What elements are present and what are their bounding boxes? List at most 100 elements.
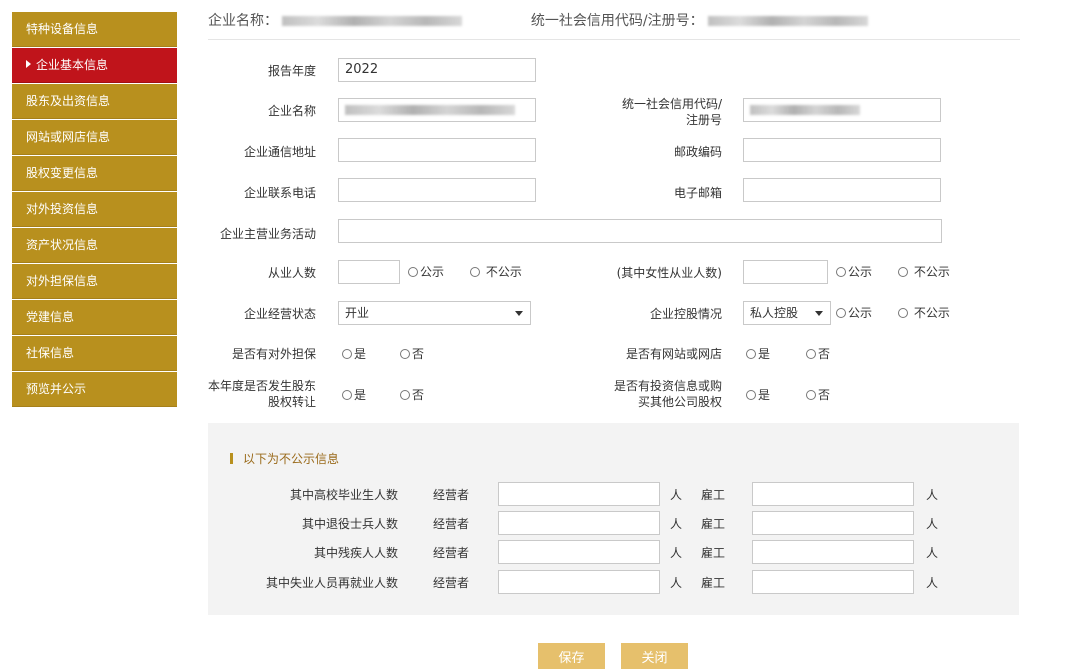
section-title-text: 以下为不公示信息: [243, 452, 340, 466]
sidebar-item-label: 党建信息: [26, 310, 75, 324]
radio-label: 不公示: [913, 306, 950, 320]
female-employees-public-radio[interactable]: 公示: [836, 264, 872, 280]
graduates-employee-input[interactable]: [752, 482, 914, 506]
employees-label: 从业人数: [267, 266, 316, 280]
radio-circle-icon: [342, 390, 352, 400]
close-button[interactable]: 关闭: [621, 643, 688, 669]
guarantee-no-radio[interactable]: 否: [400, 346, 424, 362]
holding-public-radio[interactable]: 公示: [836, 305, 872, 321]
radio-circle-icon: [746, 390, 756, 400]
sidebar-item-website[interactable]: 网站或网店信息: [12, 120, 177, 155]
sidebar-item-label: 对外担保信息: [26, 274, 99, 288]
radio-circle-icon: [898, 267, 908, 277]
website-label: 是否有网站或网店: [625, 347, 722, 361]
sidebar-item-label: 股东及出资信息: [26, 94, 111, 108]
holding-not-public-radio[interactable]: 不公示: [898, 305, 950, 321]
credit-code-input[interactable]: [743, 98, 941, 122]
equity-transfer-label-line2: 股权转让: [267, 395, 316, 409]
company-name-input[interactable]: [338, 98, 536, 122]
graduates-operator-input[interactable]: [498, 482, 660, 506]
sidebar-item-investment[interactable]: 对外投资信息: [12, 192, 177, 227]
radio-label: 否: [412, 347, 425, 361]
radio-circle-icon: [806, 349, 816, 359]
employee-label: 雇工: [701, 488, 726, 502]
employee-label: 雇工: [701, 517, 726, 531]
guarantee-yes-radio[interactable]: 是: [342, 346, 366, 362]
sidebar-item-equity-change[interactable]: 股权变更信息: [12, 156, 177, 191]
radio-circle-icon: [746, 349, 756, 359]
header-company-name-label: 企业名称：: [208, 13, 278, 29]
employees-input[interactable]: [338, 260, 400, 284]
status-select[interactable]: 开业: [338, 301, 531, 325]
radio-label: 是: [354, 347, 367, 361]
radio-circle-icon: [342, 349, 352, 359]
radio-circle-icon: [470, 267, 480, 277]
radio-label: 不公示: [485, 265, 522, 279]
radio-circle-icon: [408, 267, 418, 277]
postcode-input[interactable]: [743, 138, 941, 162]
sidebar-item-basic-info[interactable]: 企业基本信息: [12, 48, 177, 83]
reemployed-employee-input[interactable]: [752, 570, 914, 594]
veterans-label: 其中退役士兵人数: [301, 517, 398, 531]
employee-label: 雇工: [701, 576, 726, 590]
operator-label: 经营者: [433, 546, 470, 560]
disabled-employee-input[interactable]: [752, 540, 914, 564]
postcode-label: 邮政编码: [673, 145, 722, 159]
website-no-radio[interactable]: 否: [806, 346, 830, 362]
sidebar-item-guarantee[interactable]: 对外担保信息: [12, 264, 177, 299]
female-employees-not-public-radio[interactable]: 不公示: [898, 264, 950, 280]
triangle-right-icon: [26, 60, 31, 68]
company-header: 企业名称： 统一社会信用代码/注册号：: [208, 8, 1020, 40]
employees-not-public-radio[interactable]: 不公示: [470, 264, 522, 280]
veterans-employee-input[interactable]: [752, 511, 914, 535]
reemployed-operator-input[interactable]: [498, 570, 660, 594]
employees-public-radio[interactable]: 公示: [408, 264, 444, 280]
sidebar-item-social-security[interactable]: 社保信息: [12, 336, 177, 371]
unit-label: 人: [926, 546, 939, 560]
radio-label: 公示: [848, 265, 873, 279]
phone-input[interactable]: [338, 178, 536, 202]
address-input[interactable]: [338, 138, 536, 162]
save-button[interactable]: 保存: [538, 643, 605, 669]
disabled-operator-input[interactable]: [498, 540, 660, 564]
investment-label: 是否有投资信息或购 买其他公司股权: [560, 378, 722, 410]
sidebar-item-label: 特种设备信息: [26, 22, 99, 36]
graduates-label: 其中高校毕业生人数: [289, 488, 398, 502]
unit-label: 人: [670, 488, 683, 502]
main-business-input[interactable]: [338, 219, 942, 243]
sidebar-nav: 特种设备信息 企业基本信息 股东及出资信息 网站或网店信息 股权变更信息 对外投…: [12, 12, 177, 408]
redacted-company-name-field: [345, 104, 515, 115]
sidebar-item-label: 对外投资信息: [26, 202, 99, 216]
radio-circle-icon: [806, 390, 816, 400]
equity-transfer-no-radio[interactable]: 否: [400, 387, 424, 403]
holding-select[interactable]: 私人控股: [743, 301, 831, 325]
veterans-operator-input[interactable]: [498, 511, 660, 535]
website-yes-radio[interactable]: 是: [746, 346, 770, 362]
female-employees-input[interactable]: [743, 260, 828, 284]
sidebar-item-assets[interactable]: 资产状况信息: [12, 228, 177, 263]
investment-label-line1: 是否有投资信息或购: [613, 379, 722, 393]
radio-label: 公示: [848, 306, 873, 320]
dropdown-arrow-icon: [515, 311, 523, 316]
email-input[interactable]: [743, 178, 941, 202]
credit-code-label: 统一社会信用代码/ 注册号: [560, 96, 722, 128]
sidebar-item-preview-publish[interactable]: 预览并公示: [12, 372, 177, 407]
sidebar-item-special-equipment[interactable]: 特种设备信息: [12, 12, 177, 47]
sidebar-item-party[interactable]: 党建信息: [12, 300, 177, 335]
equity-transfer-label: 本年度是否发生股东 股权转让: [190, 378, 316, 410]
redacted-company-name: [282, 16, 463, 26]
equity-transfer-yes-radio[interactable]: 是: [342, 387, 366, 403]
address-label: 企业通信地址: [243, 145, 316, 159]
radio-label: 是: [354, 388, 367, 402]
operator-label: 经营者: [433, 517, 470, 531]
sidebar-item-shareholders[interactable]: 股东及出资信息: [12, 84, 177, 119]
disabled-label: 其中残疾人人数: [313, 546, 398, 560]
radio-circle-icon: [400, 390, 410, 400]
investment-no-radio[interactable]: 否: [806, 387, 830, 403]
header-credit-code-label: 统一社会信用代码/注册号：: [530, 13, 704, 29]
investment-yes-radio[interactable]: 是: [746, 387, 770, 403]
report-year-input[interactable]: 2022: [338, 58, 536, 82]
operator-label: 经营者: [433, 488, 470, 502]
guarantee-label: 是否有对外担保: [231, 347, 316, 361]
redacted-credit-code-field: [750, 104, 860, 115]
